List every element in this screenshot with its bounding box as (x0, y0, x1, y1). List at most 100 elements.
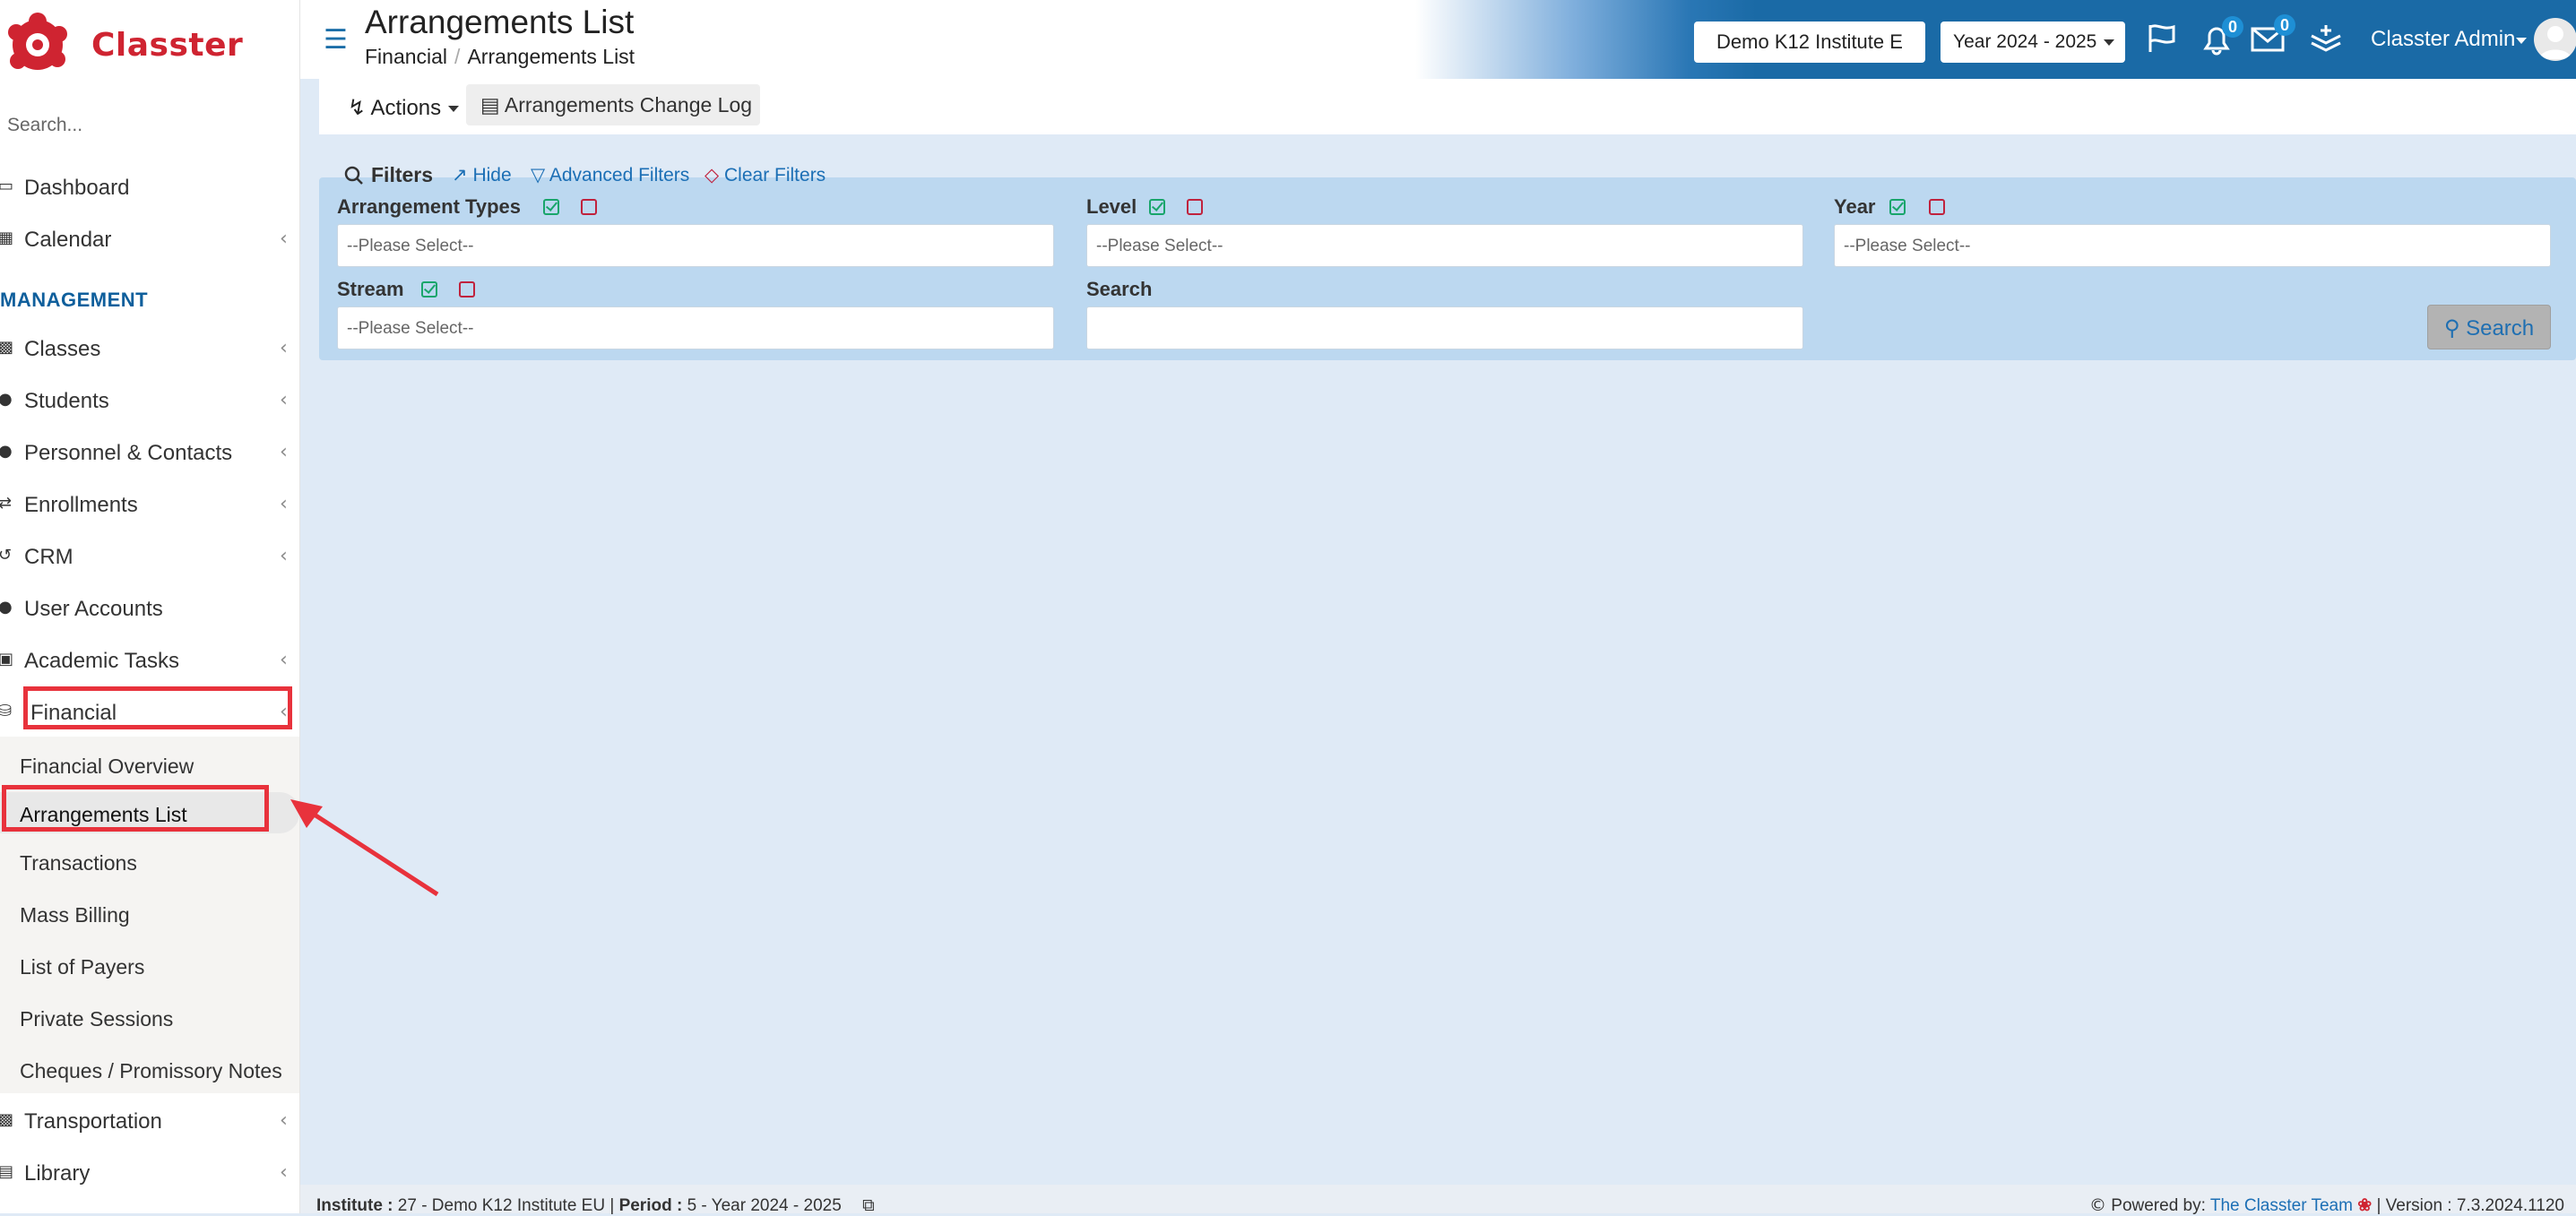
personnel-icon: ● (0, 443, 14, 461)
chevron-left-icon: ‹ (280, 441, 288, 463)
submenu-item-list-of-payers[interactable]: List of Payers (0, 944, 299, 987)
select-placeholder: --Please Select-- (347, 319, 474, 338)
sidebar-item-enrollments[interactable]: ⇄ Enrollments ‹ (0, 482, 299, 527)
sidebar-item-academic-tasks[interactable]: ▣ Academic Tasks ‹ (0, 638, 299, 683)
footer-institute-value: 27 - Demo K12 Institute EU (397, 1196, 606, 1215)
stream-select[interactable]: --Please Select-- (337, 306, 1054, 349)
caret-down-icon[interactable] (2516, 38, 2527, 44)
deselect-all-checkbox-icon[interactable] (459, 281, 475, 298)
caret-down-icon (2104, 39, 2115, 46)
deselect-all-checkbox-icon[interactable] (1929, 199, 1945, 215)
submenu-item-private-sessions[interactable]: Private Sessions (0, 996, 299, 1039)
user-menu-name[interactable]: Classter Admin (2371, 27, 2515, 52)
enrollments-icon: ⇄ (0, 495, 14, 513)
top-header: ☰ Arrangements List Financial / Arrangemen… (300, 0, 2576, 79)
submenu-item-label: Cheques / Promissory Notes (20, 1059, 282, 1082)
sidebar-item-label: CRM (24, 545, 73, 569)
arrangement-types-select[interactable]: --Please Select-- (337, 224, 1054, 267)
sidebar-item-personnel[interactable]: ● Personnel & Contacts ‹ (0, 430, 299, 475)
select-all-checkbox-icon[interactable] (421, 281, 437, 298)
pin-icon: ↗ (452, 165, 468, 185)
submenu-item-transactions[interactable]: Transactions (0, 841, 299, 884)
clear-filters-link[interactable]: ◇ Clear Filters (705, 164, 826, 186)
sidebar-item-label: Academic Tasks (24, 649, 179, 673)
eraser-icon: ◇ (705, 164, 720, 185)
deselect-all-checkbox-icon[interactable] (1187, 199, 1203, 215)
copy-icon[interactable]: ⧉ (862, 1195, 875, 1215)
breadcrumb-item-current: Arrangements List (467, 45, 635, 68)
sidebar-item-calendar[interactable]: ▦ Calendar ‹ (0, 217, 299, 262)
page-title: Arrangements List (365, 4, 635, 40)
layers-icon[interactable] (2308, 22, 2344, 57)
powered-by-label: Powered by: (2111, 1196, 2206, 1215)
sidebar: Classter ▭ Dashboard ▦ Calendar ‹ MANAGE… (0, 0, 300, 1213)
funnel-icon: ▽ (531, 164, 546, 185)
year-selector-dropdown[interactable]: Year 2024 - 2025 (1941, 22, 2125, 63)
sidebar-item-user-accounts[interactable]: ● User Accounts (0, 586, 299, 631)
sidebar-item-dashboard[interactable]: ▭ Dashboard (0, 165, 299, 210)
messages-badge: 0 (2274, 14, 2295, 36)
sidebar-item-label: Classes (24, 337, 101, 361)
deselect-all-checkbox-icon[interactable] (581, 199, 597, 215)
filter-label-level: Level (1086, 195, 1137, 218)
chevron-left-icon: ‹ (280, 389, 288, 411)
submenu-item-label: Mass Billing (20, 903, 130, 927)
avatar[interactable] (2534, 18, 2576, 61)
filter-label-arrangement-types: Arrangement Types (337, 195, 521, 218)
library-icon: ▤ (0, 1163, 14, 1181)
level-select[interactable]: --Please Select-- (1086, 224, 1803, 267)
footer-institute-label: Institute : (316, 1196, 393, 1215)
submenu-item-label: Transactions (20, 851, 137, 875)
powered-by-link[interactable]: The Classter Team (2210, 1196, 2353, 1215)
filters-title: Filters (371, 163, 434, 186)
academic-tasks-icon: ▣ (0, 651, 14, 668)
filter-search-input[interactable] (1086, 306, 1803, 349)
sidebar-item-label: User Accounts (24, 597, 163, 621)
institute-name: Demo K12 Institute E (1716, 30, 1903, 53)
submenu-item-label: List of Payers (20, 955, 145, 979)
chevron-left-icon: ‹ (280, 1109, 288, 1132)
sidebar-item-label: Personnel & Contacts (24, 441, 233, 465)
chevron-left-icon: ‹ (280, 545, 288, 567)
select-placeholder: --Please Select-- (1096, 237, 1223, 255)
change-log-label: Arrangements Change Log (504, 93, 753, 116)
classter-logo (8, 13, 67, 70)
sidebar-search-input[interactable] (0, 109, 299, 142)
sidebar-item-students[interactable]: ● Students ‹ (0, 378, 299, 423)
submenu-item-mass-billing[interactable]: Mass Billing (0, 893, 299, 936)
laptop-icon: ▭ (0, 177, 14, 195)
select-all-checkbox-icon[interactable] (1149, 199, 1165, 215)
search-icon: ⚲ (2443, 315, 2460, 341)
classter-mini-logo-icon: ❀ (2357, 1196, 2373, 1215)
search-icon (344, 166, 363, 185)
sidebar-item-library[interactable]: ▤ Library ‹ (0, 1151, 299, 1195)
footer: Institute : 27 - Demo K12 Institute EU |… (300, 1185, 2576, 1215)
notifications-badge: 0 (2222, 16, 2243, 38)
hamburger-menu-icon[interactable]: ☰ (324, 27, 348, 54)
hide-filters-link[interactable]: ↗ Hide (452, 164, 512, 186)
submenu-item-cheques[interactable]: Cheques / Promissory Notes (0, 1048, 299, 1091)
annotation-box-financial (23, 686, 292, 729)
advanced-filters-link[interactable]: ▽ Advanced Filters (531, 164, 689, 186)
sidebar-item-transportation[interactable]: ▩ Transportation ‹ (0, 1099, 299, 1143)
coins-icon: ⛁ (0, 703, 14, 720)
change-log-button[interactable]: ▤ Arrangements Change Log (466, 84, 760, 125)
search-button-label: Search (2466, 316, 2535, 341)
actions-dropdown-button[interactable]: ↯ Actions (348, 91, 460, 124)
breadcrumb-item[interactable]: Financial (365, 45, 447, 68)
submenu-item-financial-overview[interactable]: Financial Overview (0, 744, 299, 787)
search-button[interactable]: ⚲ Search (2427, 305, 2551, 349)
sidebar-item-crm[interactable]: ↺ CRM ‹ (0, 534, 299, 579)
sidebar-item-label: Calendar (24, 228, 112, 252)
submenu-item-label: Financial Overview (20, 755, 194, 778)
flag-icon[interactable] (2145, 22, 2179, 56)
sidebar-item-classes[interactable]: ▩ Classes ‹ (0, 326, 299, 371)
hide-filters-label: Hide (472, 165, 512, 185)
filter-label-year: Year (1834, 195, 1876, 218)
select-all-checkbox-icon[interactable] (1889, 199, 1906, 215)
sidebar-item-label: Students (24, 389, 109, 413)
year-select[interactable]: --Please Select-- (1834, 224, 2551, 267)
institute-selector-button[interactable]: Demo K12 Institute E (1694, 22, 1925, 63)
select-all-checkbox-icon[interactable] (543, 199, 559, 215)
copyright-icon: © (2089, 1195, 2106, 1215)
